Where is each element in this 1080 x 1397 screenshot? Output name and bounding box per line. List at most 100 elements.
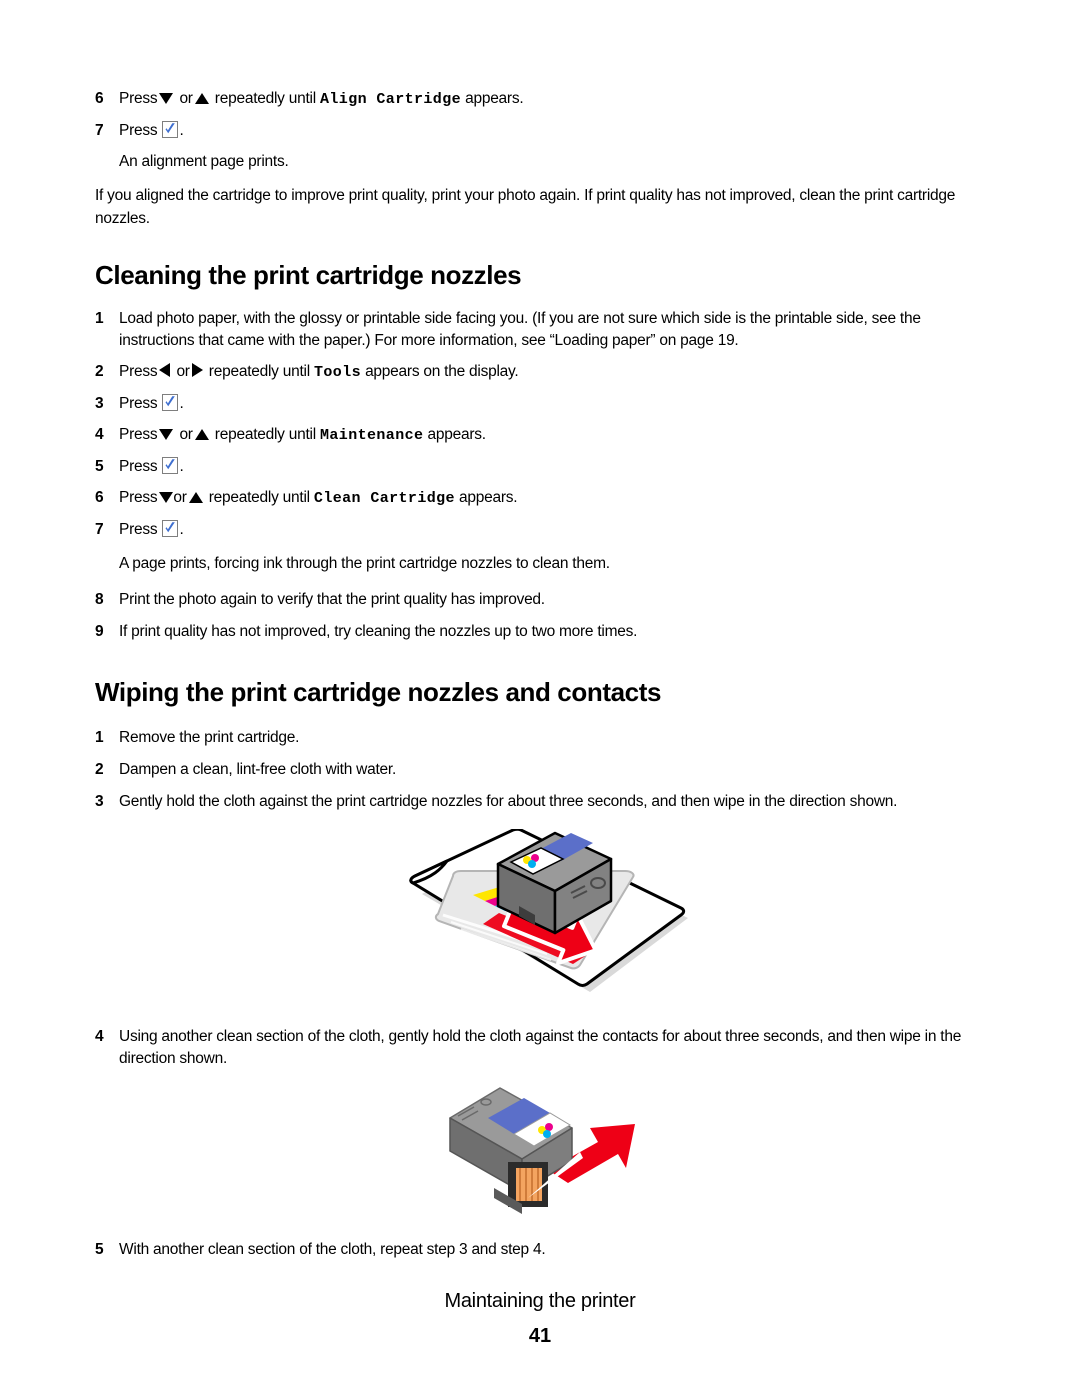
page-content: 6 Press or repeatedly until Align Cartri… <box>95 88 995 1270</box>
step-text-tail: . <box>179 395 184 412</box>
check-select-icon <box>162 457 179 474</box>
document-page: 6 Press or repeatedly until Align Cartri… <box>0 0 1080 1397</box>
step-row: 2 Press or repeatedly until Tools appear… <box>95 361 995 384</box>
figure-cartridge-on-cloth <box>95 827 995 1004</box>
triangle-down-icon <box>159 492 174 503</box>
print-cartridge <box>449 1087 583 1214</box>
step-number: 3 <box>95 395 104 412</box>
step-text-mid: or <box>179 426 193 443</box>
page-heading-wiping: Wiping the print cartridge nozzles and c… <box>95 677 662 707</box>
triangle-right-icon <box>191 363 203 377</box>
step-row: 7 Press . <box>95 519 995 541</box>
step-text-pre: Press <box>119 426 158 443</box>
step-text-tail: . <box>179 122 184 139</box>
step-number: 5 <box>95 1241 104 1258</box>
check-select-icon <box>162 394 179 411</box>
display-message: Tools <box>313 364 361 381</box>
display-message: Maintenance <box>319 427 424 444</box>
step-text: Remove the print cartridge. <box>119 729 300 746</box>
step-text-mid: or <box>173 489 187 506</box>
step-row: 1 Load photo paper, with the glossy or p… <box>95 308 995 352</box>
step-number: 2 <box>95 761 104 778</box>
figure-cartridge-contacts <box>95 1080 995 1225</box>
page-number: 41 <box>528 1325 552 1347</box>
display-message: Clean Cartridge <box>313 490 455 507</box>
triangle-down-icon <box>159 93 174 104</box>
check-select-icon <box>162 520 179 537</box>
page-footer: Maintaining the printer 41 <box>0 1290 1080 1348</box>
step-row: 4 Press or repeatedly until Maintenance … <box>95 424 995 447</box>
step-text-tail: appears. <box>459 489 518 506</box>
step-text-after: repeatedly until <box>214 426 316 443</box>
step-row: 9 If print quality has not improved, try… <box>95 621 995 643</box>
step-text: Press or repeatedly until Tools appears … <box>119 361 995 384</box>
intro-paragraph: If you aligned the cartridge to improve … <box>95 187 956 227</box>
step-text: Press or repeatedly until Align Cartridg… <box>119 88 995 111</box>
step-number: 3 <box>95 793 104 810</box>
step-number: 4 <box>95 1028 104 1045</box>
step-text: Using another clean section of the cloth… <box>119 1028 962 1067</box>
step-number: 1 <box>95 310 104 327</box>
step-text-after: repeatedly until <box>208 489 310 506</box>
step-number: 1 <box>95 729 104 746</box>
step-number: 7 <box>95 521 104 538</box>
step-text-tail: . <box>179 521 184 538</box>
check-select-icon <box>162 121 179 138</box>
step-row: 6 Press or repeatedly until Clean Cartrid… <box>95 487 995 510</box>
triangle-left-icon <box>159 363 171 377</box>
step-text-tail: appears. <box>427 426 486 443</box>
step-row: 5 With another clean section of the clot… <box>95 1239 995 1261</box>
step-text-tail: . <box>179 458 184 475</box>
triangle-up-icon <box>188 492 203 503</box>
footer-section-title: Maintaining the printer <box>444 1290 636 1312</box>
step-row: 1 Remove the print cartridge. <box>95 727 995 749</box>
step-row: 7 Press . <box>95 120 995 142</box>
step-row: 5 Press . <box>95 456 995 478</box>
step-text-after: repeatedly until <box>214 90 316 107</box>
step-text: Press or repeatedly until Maintenance ap… <box>119 424 995 447</box>
step-number: 8 <box>95 591 104 608</box>
step-text-pre: Press <box>119 363 158 380</box>
step-text: Load photo paper, with the glossy or pri… <box>119 310 921 349</box>
step-row: 6 Press or repeatedly until Align Cartri… <box>95 88 995 111</box>
step-text-pre: Press <box>119 489 158 506</box>
page-heading-cleaning: Cleaning the print cartridge nozzles <box>95 260 522 290</box>
step-text-mid: or <box>179 90 193 107</box>
step-number: 2 <box>95 363 104 380</box>
step-text-pre: Press <box>119 458 158 475</box>
step-result-text: An alignment page prints. <box>119 153 289 170</box>
cartridge-contacts-illustration <box>449 1087 635 1214</box>
step-text: Dampen a clean, lint-free cloth with wat… <box>119 761 396 778</box>
step-text-pre: Press <box>119 395 158 412</box>
step-row: 2 Dampen a clean, lint-free cloth with w… <box>95 759 995 781</box>
step-text: Press or repeatedly until Clean Cartridge… <box>119 487 995 510</box>
display-message: Align Cartridge <box>319 91 462 108</box>
step-text-tail: appears on the display. <box>365 363 519 380</box>
step-number: 9 <box>95 623 104 640</box>
step-number: 6 <box>95 489 104 506</box>
step-row: 3 Gently hold the cloth against the prin… <box>95 791 995 813</box>
step-text: Press . <box>119 393 995 415</box>
cartridge-on-cloth-illustration <box>409 827 688 992</box>
step-number: 4 <box>95 426 104 443</box>
step-row: 8 Print the photo again to verify that t… <box>95 589 995 611</box>
step-text: Press . <box>119 519 995 541</box>
step-number: 5 <box>95 458 104 475</box>
step-text-mid: or <box>176 363 190 380</box>
step-text: If print quality has not improved, try c… <box>119 623 638 640</box>
triangle-up-icon <box>194 93 209 104</box>
step-number: 6 <box>95 90 104 107</box>
triangle-down-icon <box>159 429 174 440</box>
step-text: Print the photo again to verify that the… <box>119 591 545 608</box>
step-text-pre: Press <box>119 521 158 538</box>
step-result-text: A page prints, forcing ink through the p… <box>119 555 610 572</box>
triangle-up-icon <box>194 429 209 440</box>
step-text: Gently hold the cloth against the print … <box>119 793 898 810</box>
step-number: 7 <box>95 122 104 139</box>
step-text: Press . <box>119 120 995 142</box>
step-text-pre: Press <box>119 90 158 107</box>
step-text-tail: appears. <box>465 90 524 107</box>
step-text: Press . <box>119 456 995 478</box>
step-text-pre: Press <box>119 122 158 139</box>
step-text: With another clean section of the cloth,… <box>119 1241 546 1258</box>
